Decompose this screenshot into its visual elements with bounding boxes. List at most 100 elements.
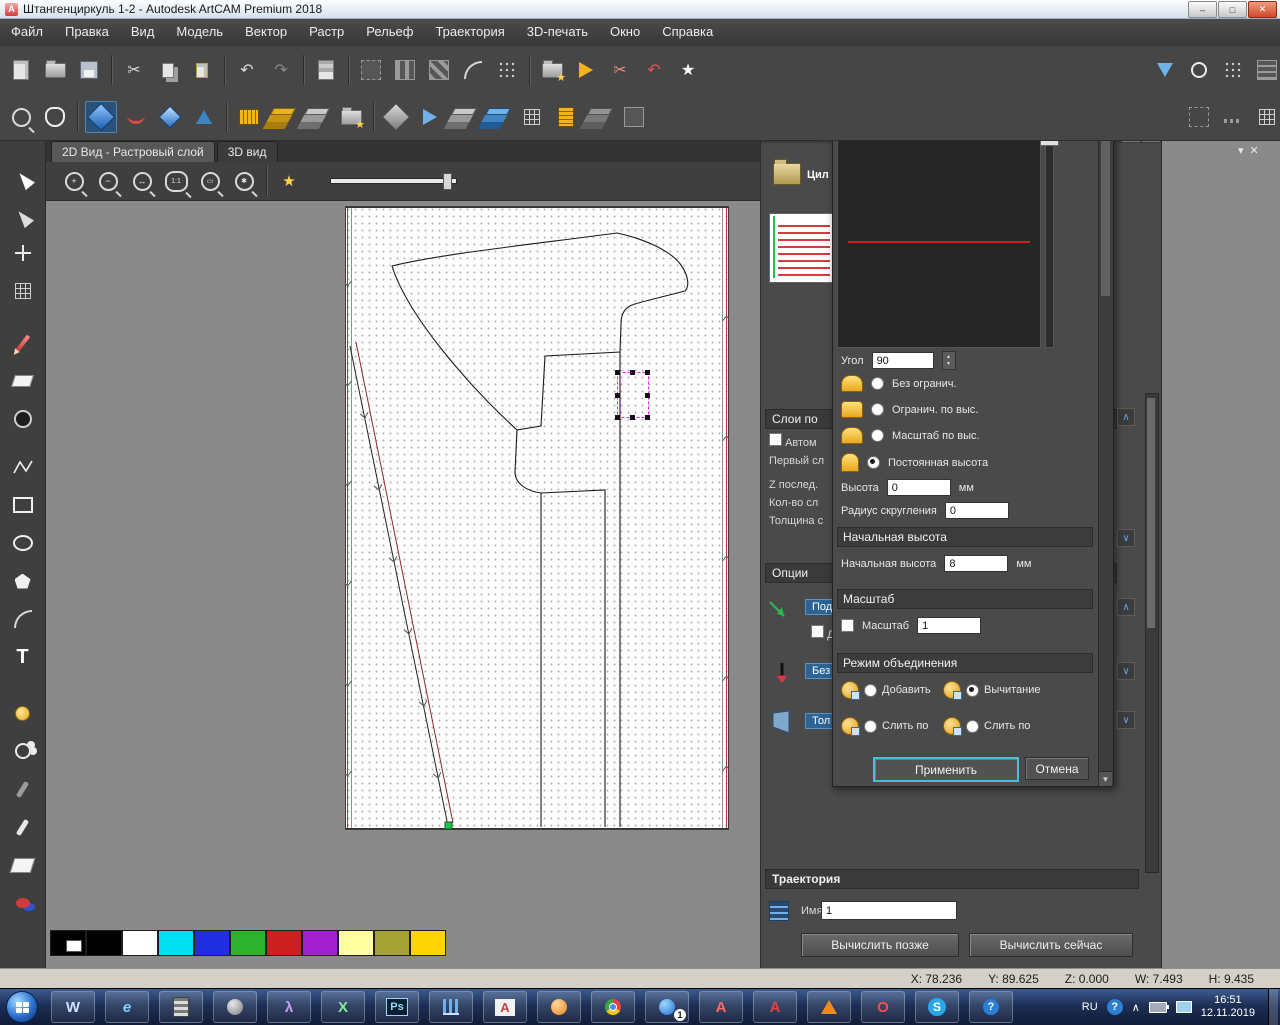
- thickness-collapse-icon[interactable]: ∨: [1117, 711, 1135, 729]
- menu-help[interactable]: Справка: [651, 18, 724, 46]
- task-orange-app[interactable]: [537, 991, 581, 1023]
- task-chart[interactable]: [429, 991, 473, 1023]
- brush-tool[interactable]: [4, 810, 41, 844]
- task-sphere[interactable]: [213, 991, 257, 1023]
- swatch-red[interactable]: [266, 930, 302, 956]
- maximize-button[interactable]: □: [1218, 1, 1247, 18]
- limit-const-row[interactable]: Постоянная высота: [841, 453, 988, 472]
- save-icon[interactable]: [74, 55, 104, 85]
- limit-const-radio[interactable]: [867, 456, 880, 469]
- safe-z-collapse-icon[interactable]: ∨: [1117, 662, 1135, 680]
- swatch-green[interactable]: [230, 930, 266, 956]
- combine-subtract-radio[interactable]: [966, 684, 979, 697]
- ellipse-tool[interactable]: [4, 526, 41, 560]
- snap-icon[interactable]: [458, 55, 488, 85]
- zoom-drag-icon[interactable]: ↔: [127, 166, 157, 196]
- zoom-fit-icon[interactable]: ✱: [229, 166, 259, 196]
- distribute-icon[interactable]: [424, 55, 454, 85]
- cut-icon[interactable]: ✂: [119, 55, 149, 85]
- calc-later-button[interactable]: Вычислить позже: [801, 933, 959, 957]
- offset-relief-icon[interactable]: [619, 102, 649, 132]
- dialog-scrollbar[interactable]: ▼: [1098, 35, 1113, 786]
- zoom-rect-icon[interactable]: ▭: [195, 166, 225, 196]
- combine-merge-low-radio[interactable]: [966, 720, 979, 733]
- task-photoshop[interactable]: Ps: [375, 991, 419, 1023]
- zoom-out-icon[interactable]: −: [93, 166, 123, 196]
- limit-height-radio[interactable]: [871, 403, 884, 416]
- calc-now-button[interactable]: Вычислить сейчас: [969, 933, 1133, 957]
- feed-collapse-icon[interactable]: ∧: [1117, 598, 1135, 616]
- task-calculator[interactable]: [159, 991, 203, 1023]
- blue-flip-icon[interactable]: [415, 102, 445, 132]
- layers-collapse-icon[interactable]: ∧: [1117, 408, 1135, 426]
- redo-icon[interactable]: ↷: [266, 55, 296, 85]
- profile-slider[interactable]: [1045, 136, 1054, 348]
- dotted-circle-icon[interactable]: [1184, 55, 1214, 85]
- import-down-icon[interactable]: [1150, 55, 1180, 85]
- dashed-select-icon[interactable]: [1184, 102, 1214, 132]
- task-browser[interactable]: 1: [645, 991, 689, 1023]
- battery-icon[interactable]: [1149, 1002, 1167, 1013]
- task-reader[interactable]: A: [699, 991, 743, 1023]
- task-artcam[interactable]: A: [483, 991, 527, 1023]
- panel-scrollbar[interactable]: [1145, 393, 1159, 873]
- paste-icon[interactable]: [187, 55, 217, 85]
- mirror-relief-icon[interactable]: [155, 102, 185, 132]
- task-excel[interactable]: X: [321, 991, 365, 1023]
- zoom-in-icon[interactable]: +: [59, 166, 89, 196]
- gray-grid-icon[interactable]: [517, 102, 547, 132]
- hidden-icons-chevron[interactable]: ∧: [1132, 1001, 1140, 1014]
- tab-2d-view[interactable]: 2D Вид - Растровый слой: [51, 141, 215, 162]
- erase-tool[interactable]: [4, 364, 41, 398]
- menu-raster[interactable]: Растр: [298, 18, 355, 46]
- grid-box-icon[interactable]: [1252, 102, 1280, 132]
- angle-input[interactable]: 90: [872, 352, 934, 369]
- transform-tool[interactable]: [4, 236, 41, 270]
- gold-grid-icon[interactable]: [551, 102, 581, 132]
- pyramid-icon[interactable]: [189, 102, 219, 132]
- model-sheet[interactable]: [345, 206, 729, 830]
- menu-3dprint[interactable]: 3D-печать: [516, 18, 599, 46]
- task-skype[interactable]: S: [915, 991, 959, 1023]
- pattern-dots-icon[interactable]: [492, 55, 522, 85]
- zoom-slider[interactable]: [330, 178, 457, 184]
- scroll-down-icon[interactable]: ▼: [1099, 771, 1112, 786]
- height-input[interactable]: 0: [887, 479, 951, 496]
- auto-checkbox-row[interactable]: Автом: [769, 433, 817, 449]
- task-autocad[interactable]: A: [753, 991, 797, 1023]
- draw-tool[interactable]: [4, 326, 41, 360]
- undo-icon[interactable]: ↶: [232, 55, 262, 85]
- limit-none-row[interactable]: Без огранич.: [841, 375, 957, 392]
- scale-checkbox[interactable]: [841, 619, 854, 632]
- task-vlc[interactable]: [807, 991, 851, 1023]
- texture-waffle-icon[interactable]: [234, 102, 264, 132]
- relief-preview-icon[interactable]: [40, 102, 70, 132]
- dark-stack-icon[interactable]: [585, 102, 615, 132]
- limit-height-row[interactable]: Огранич. по выс.: [841, 401, 978, 418]
- snowflake-icon[interactable]: ★: [673, 55, 703, 85]
- close-button[interactable]: ✕: [1248, 1, 1277, 18]
- relief-folder-icon[interactable]: ★: [336, 102, 366, 132]
- menu-toolpath[interactable]: Траектория: [424, 18, 515, 46]
- gray-stack-icon[interactable]: [449, 102, 479, 132]
- blue-stack-icon[interactable]: [483, 102, 513, 132]
- tab-3d-view[interactable]: 3D вид: [217, 141, 278, 162]
- mesh-tool[interactable]: [4, 274, 41, 308]
- show-desktop-button[interactable]: [1268, 989, 1278, 1025]
- gray-relief-icon[interactable]: [302, 102, 332, 132]
- select-tool[interactable]: [4, 160, 41, 194]
- panel-collapse-icon[interactable]: ▾: [1238, 144, 1244, 157]
- polygon-tool[interactable]: [4, 564, 41, 598]
- auto-checkbox[interactable]: [769, 433, 782, 446]
- swatch-black[interactable]: [86, 930, 122, 956]
- tray-help-icon[interactable]: ?: [1107, 999, 1123, 1015]
- two-color-brush-tool[interactable]: [4, 886, 41, 920]
- toolpath-folder-icon[interactable]: [773, 163, 801, 185]
- menu-model[interactable]: Модель: [165, 18, 234, 46]
- menu-window[interactable]: Окно: [599, 18, 651, 46]
- node-edit-tool[interactable]: [4, 198, 41, 232]
- menu-file[interactable]: Файл: [0, 18, 54, 46]
- menu-view[interactable]: Вид: [120, 18, 166, 46]
- fillet-input[interactable]: 0: [945, 502, 1009, 519]
- toolpath-preview[interactable]: [769, 213, 835, 283]
